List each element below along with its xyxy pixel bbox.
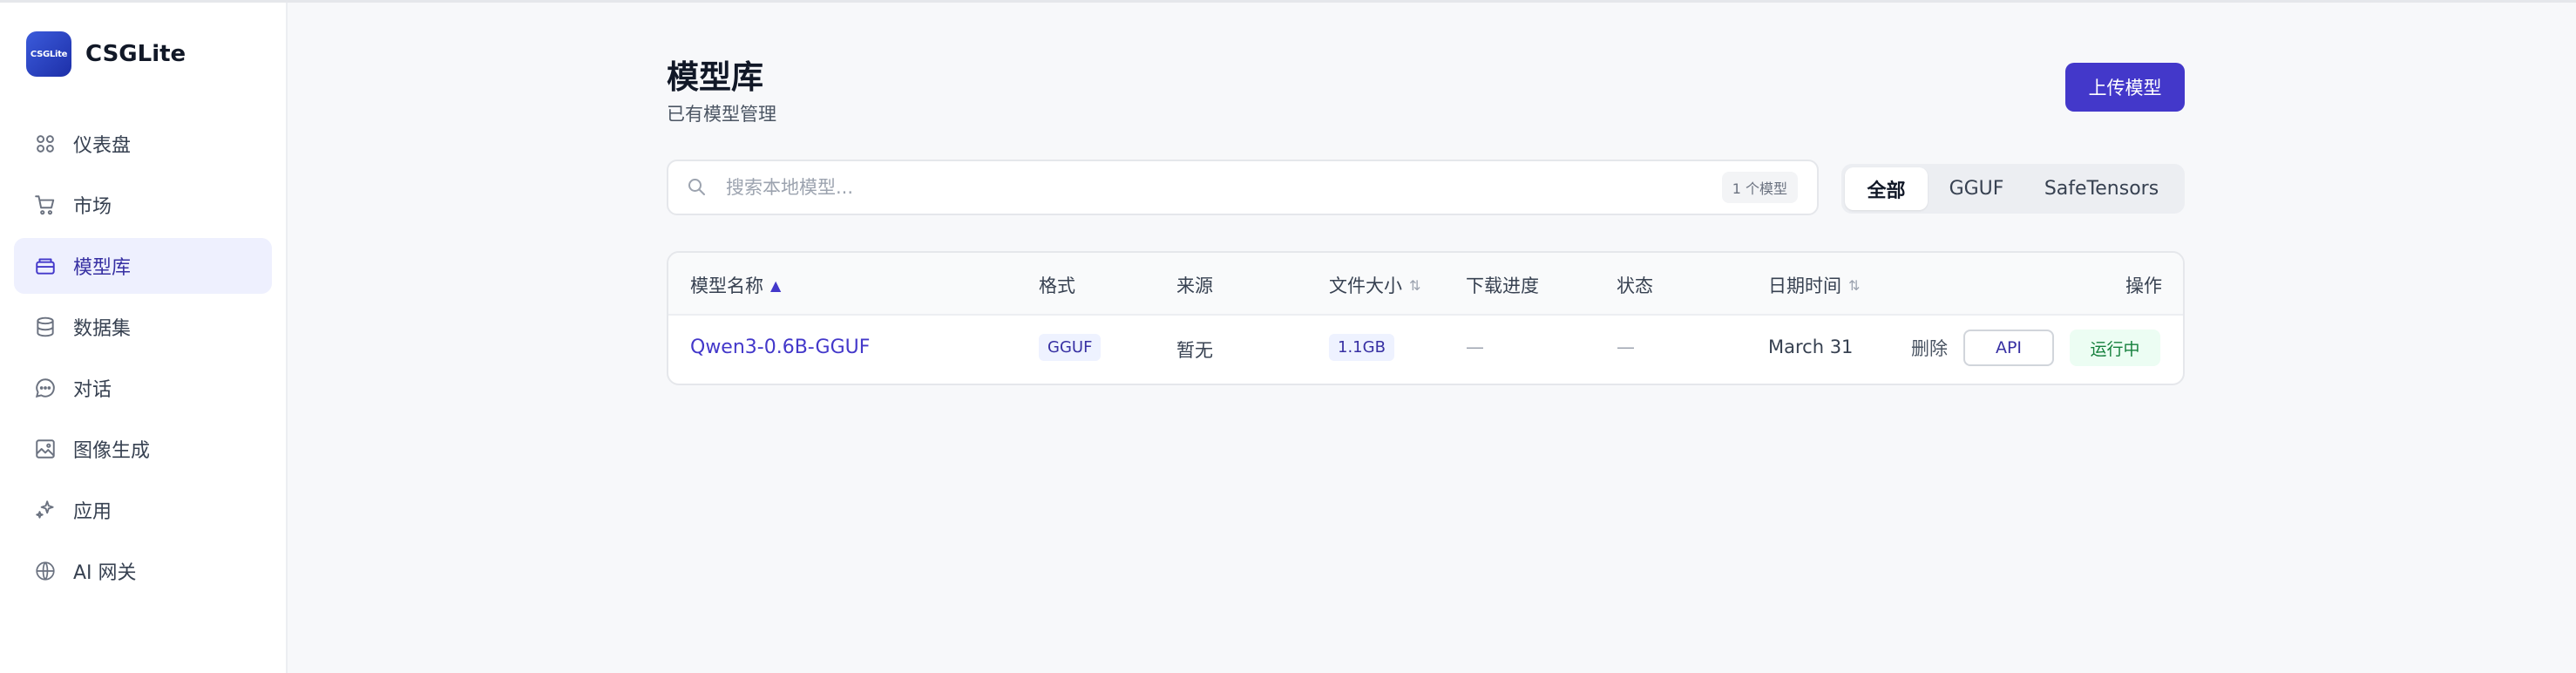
brand-name: CSGLite	[85, 41, 186, 67]
sort-icon: ⇅	[1409, 276, 1421, 294]
sidebar-item-apps[interactable]: 应用	[14, 482, 272, 538]
tab-all[interactable]: 全部	[1845, 167, 1928, 210]
column-header-label: 日期时间	[1768, 275, 1841, 296]
sidebar-item-label: 对话	[73, 379, 112, 401]
actions-cell: 删除 API 运行中	[1911, 330, 2160, 366]
search-box: 1 个模型	[667, 160, 1819, 215]
sidebar-nav: 仪表盘 市场 模型库 数据集 对话 图像生成 应用 AI 网关	[14, 116, 272, 604]
running-status-badge[interactable]: 运行中	[2070, 330, 2160, 366]
column-header-name[interactable]: 模型名称 ▲	[690, 272, 781, 298]
sidebar-item-label: 模型库	[73, 257, 132, 279]
table-header: 模型名称 ▲ 格式 来源 文件大小 ⇅ 下载进度 状态 日期时间 ⇅ 操作	[668, 253, 2183, 316]
sidebar-item-market[interactable]: 市场	[14, 177, 272, 233]
api-button[interactable]: API	[1963, 330, 2054, 366]
column-header-format: 格式	[1039, 275, 1075, 296]
search-input[interactable]	[724, 176, 1722, 199]
sidebar-item-dashboard[interactable]: 仪表盘	[14, 116, 272, 172]
model-name: Qwen3-0.6B-GGUF	[690, 336, 871, 358]
image-icon	[33, 437, 58, 461]
date-cell: March 31	[1768, 336, 1854, 357]
app-window: CSGLite CSGLite 仪表盘 市场 模型库 数据集 对话 图像生成 应…	[0, 0, 2576, 673]
format-cell: GGUF	[1039, 334, 1102, 361]
progress-cell: —	[1466, 336, 1484, 357]
grid-icon	[33, 132, 58, 156]
search-icon	[686, 176, 708, 199]
box-icon	[33, 254, 58, 278]
column-header-size[interactable]: 文件大小 ⇅	[1329, 272, 1420, 298]
models-table: 模型名称 ▲ 格式 来源 文件大小 ⇅ 下载进度 状态 日期时间 ⇅ 操作 Qw…	[667, 251, 2185, 385]
model-count-badge: 1 个模型	[1721, 172, 1798, 203]
ai-gateway-icon	[33, 559, 58, 583]
format-filter-tabs: 全部 GGUF SafeTensors	[1841, 164, 2185, 214]
model-name-link[interactable]: Qwen3-0.6B-GGUF	[690, 336, 870, 358]
sidebar-item-label: 仪表盘	[73, 135, 132, 157]
sidebar-item-model-library[interactable]: 模型库	[14, 238, 272, 294]
top-divider	[0, 0, 2576, 3]
sidebar-item-image-generation[interactable]: 图像生成	[14, 421, 272, 477]
source-cell: 暂无	[1176, 340, 1213, 361]
tab-safetensors[interactable]: SafeTensors	[2025, 167, 2178, 210]
column-header-source: 来源	[1176, 275, 1213, 296]
sparkles-icon	[33, 498, 58, 522]
sidebar-item-label: 应用	[73, 501, 112, 523]
delete-button[interactable]: 删除	[1911, 335, 1948, 361]
column-header-actions: 操作	[2125, 275, 2162, 296]
size-badge: 1.1GB	[1329, 334, 1394, 361]
sidebar-item-chat[interactable]: 对话	[14, 360, 272, 416]
cart-icon	[33, 193, 58, 217]
sidebar-item-label: 市场	[73, 196, 112, 218]
upload-model-button[interactable]: 上传模型	[2065, 63, 2185, 112]
sidebar-item-label: 数据集	[73, 318, 132, 340]
sort-icon: ⇅	[1848, 276, 1861, 294]
sidebar: CSGLite CSGLite 仪表盘 市场 模型库 数据集 对话 图像生成 应…	[0, 3, 288, 673]
column-header-label: 模型名称	[690, 275, 763, 296]
column-header-label: 文件大小	[1329, 275, 1402, 296]
logo: CSGLite	[26, 31, 71, 77]
column-header-progress: 下载进度	[1466, 275, 1539, 296]
sidebar-item-ai-gateway[interactable]: AI 网关	[14, 543, 272, 599]
sidebar-item-datasets[interactable]: 数据集	[14, 299, 272, 355]
brand[interactable]: CSGLite CSGLite	[26, 31, 186, 77]
status-cell: —	[1617, 336, 1635, 357]
format-badge: GGUF	[1039, 334, 1102, 361]
page-title: 模型库	[667, 58, 763, 96]
chat-icon	[33, 376, 58, 400]
sidebar-item-label: AI 网关	[73, 562, 137, 584]
page-subtitle: 已有模型管理	[667, 104, 776, 125]
tab-gguf[interactable]: GGUF	[1928, 167, 2025, 210]
sort-ascending-icon: ▲	[770, 276, 782, 294]
column-header-date[interactable]: 日期时间 ⇅	[1768, 272, 1860, 298]
sidebar-item-label: 图像生成	[73, 440, 151, 462]
database-icon	[33, 315, 58, 339]
column-header-status: 状态	[1617, 275, 1653, 296]
size-cell: 1.1GB	[1329, 334, 1394, 361]
